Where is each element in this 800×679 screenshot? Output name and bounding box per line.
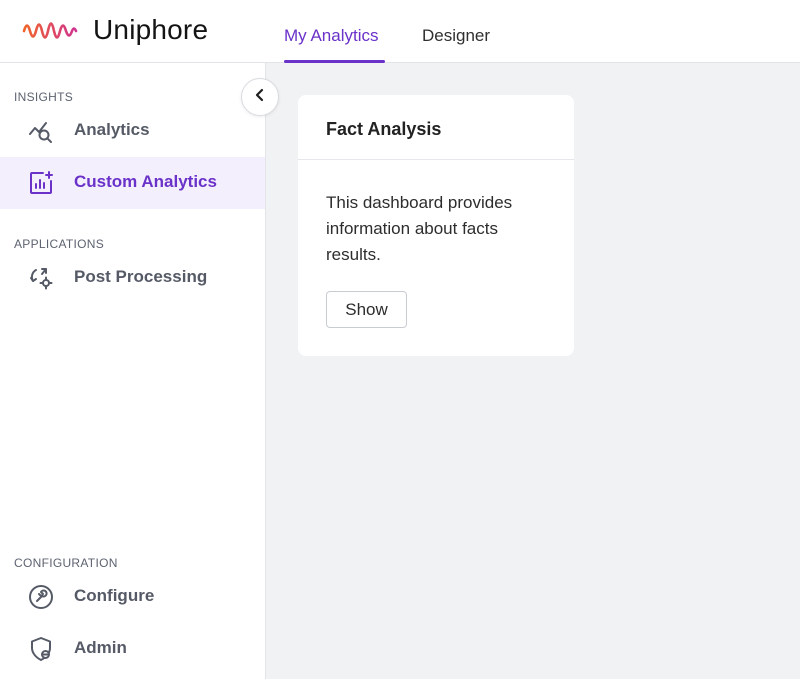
tab-designer[interactable]: Designer [422, 26, 490, 56]
custom-chart-icon [28, 170, 54, 196]
sidebar-item-label: Admin [74, 638, 127, 657]
wrench-icon [28, 584, 54, 610]
top-header: Uniphore My Analytics Designer [0, 0, 800, 63]
sidebar-item-admin[interactable]: Admin [0, 623, 265, 675]
card-title: Fact Analysis [326, 119, 442, 139]
analytics-search-icon [28, 118, 54, 144]
admin-shield-icon [28, 636, 54, 662]
sidebar-item-analytics[interactable]: Analytics [0, 105, 265, 157]
card-divider [298, 159, 574, 160]
uniphore-logo-icon [22, 12, 78, 50]
sidebar-item-label: Analytics [74, 120, 150, 139]
dashboard-card: Fact Analysis This dashboard provides in… [298, 95, 574, 356]
section-label-configuration: CONFIGURATION [14, 556, 118, 570]
chevron-left-icon [253, 88, 267, 107]
sidebar: INSIGHTS Analytics Custom Analytics APPL… [0, 63, 266, 679]
sidebar-item-configure[interactable]: Configure [0, 571, 265, 623]
app-title: Uniphore [93, 14, 209, 45]
sidebar-item-custom-analytics[interactable]: Custom Analytics [0, 157, 265, 209]
section-label-insights: INSIGHTS [14, 90, 74, 104]
sidebar-item-label: Post Processing [74, 267, 208, 286]
sidebar-item-label: Custom Analytics [74, 172, 217, 191]
tab-my-analytics[interactable]: My Analytics [284, 26, 378, 56]
active-tab-indicator [284, 60, 385, 63]
post-processing-icon [28, 265, 54, 291]
sidebar-item-label: Configure [74, 586, 155, 605]
show-button[interactable]: Show [326, 291, 407, 328]
collapse-sidebar-button[interactable] [241, 78, 279, 116]
sidebar-item-post-processing[interactable]: Post Processing [0, 252, 265, 304]
card-description: This dashboard provides information abou… [326, 193, 513, 264]
section-label-applications: APPLICATIONS [14, 237, 105, 251]
